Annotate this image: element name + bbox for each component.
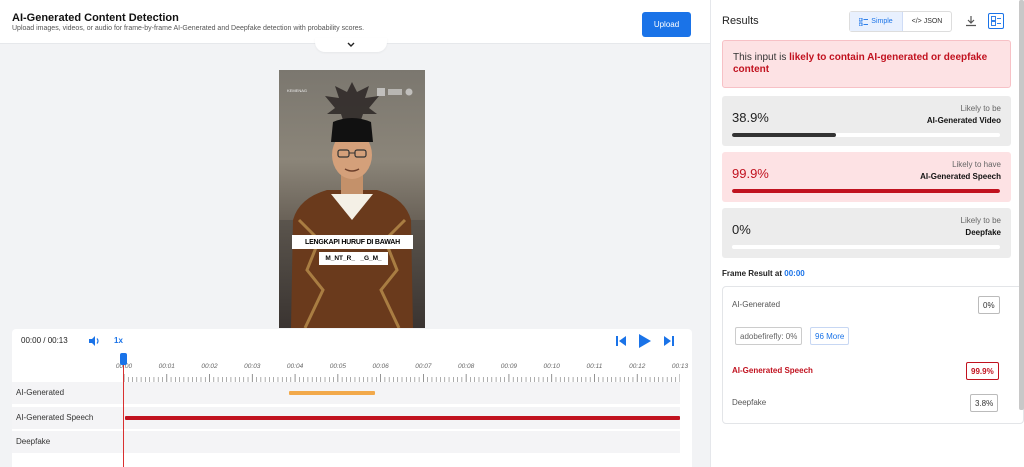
tick-label: 00:04	[286, 363, 304, 370]
score-card[interactable]: 0% Likely to be Deepfake	[722, 208, 1011, 258]
tick-label: 00:06	[372, 363, 389, 370]
collapse-toggle[interactable]	[315, 38, 387, 52]
track-label: AI-Generated Speech	[16, 413, 94, 422]
layout-toggle-button[interactable]	[988, 13, 1004, 29]
score-bar	[732, 189, 1000, 193]
view-toggle: Simple </> JSON	[849, 11, 952, 32]
tick-label: 00:13	[671, 363, 689, 370]
time-display: 00:00 / 00:13	[21, 336, 68, 345]
results-title: Results	[722, 15, 759, 27]
tick-label: 00:02	[201, 363, 218, 370]
tick-label: 00:05	[329, 363, 346, 370]
time-ruler[interactable]	[124, 374, 680, 382]
score-caption: Likely to be	[960, 104, 1001, 113]
score-card[interactable]: 99.9% Likely to have AI-Generated Speech	[722, 152, 1011, 202]
results-scrollbar[interactable]	[1019, 0, 1024, 410]
chevron-down-icon	[347, 42, 355, 47]
speaker-figure	[291, 118, 413, 328]
playback-speed[interactable]: 1x	[114, 336, 123, 345]
verdict-prefix: This input is	[733, 52, 790, 63]
video-preview[interactable]: KEMENAG LENGKAPI HURUF DI BAWAH M_NT_R_ …	[279, 70, 425, 328]
tick-label: 00:07	[415, 363, 432, 370]
frame-ai-generated-value: 0%	[978, 296, 1000, 314]
score-bar-fill	[732, 133, 837, 137]
score-category: AI-Generated Video	[926, 116, 1001, 125]
playhead-handle[interactable]	[120, 353, 127, 365]
frame-result-heading: Frame Result at 00:00	[722, 269, 805, 278]
video-caption-line1: LENGKAPI HURUF DI BAWAH	[292, 235, 413, 249]
upload-button[interactable]: Upload	[642, 12, 691, 37]
play-icon[interactable]	[638, 333, 652, 349]
panel-layout-icon	[991, 16, 1001, 26]
score-percent: 99.9%	[732, 166, 769, 181]
score-card[interactable]: 38.9% Likely to be AI-Generated Video	[722, 96, 1011, 146]
frame-ai-speech-value: 99.9%	[966, 362, 999, 380]
skip-next-icon[interactable]	[664, 335, 674, 347]
tick-label: 00:03	[244, 363, 261, 370]
frame-deepfake-value: 3.8%	[970, 394, 999, 412]
score-percent: 38.9%	[732, 110, 769, 125]
score-category: AI-Generated Speech	[920, 172, 1001, 181]
more-models-button[interactable]: 96 More	[810, 327, 850, 345]
page-title: AI-Generated Content Detection	[12, 12, 179, 24]
tick-label: 00:09	[500, 363, 518, 370]
track-row[interactable]: AI-Generated	[12, 382, 680, 404]
detection-segment[interactable]	[289, 391, 375, 395]
model-chip-adobefirefly[interactable]: adobefirefly: 0%	[735, 327, 803, 345]
detection-segment[interactable]	[125, 416, 680, 420]
score-bar-fill	[732, 189, 1000, 193]
frame-ai-generated-label: AI-Generated	[732, 300, 781, 309]
score-bar	[732, 133, 1000, 137]
frame-deepfake-label: Deepfake	[732, 398, 767, 407]
simple-view-tab[interactable]: Simple	[850, 12, 903, 31]
page-subtitle: Upload images, videos, or audio for fram…	[12, 25, 365, 32]
skip-previous-icon[interactable]	[616, 335, 626, 347]
track-row[interactable]: Deepfake	[12, 431, 680, 453]
frame-result-time: 00:00	[784, 269, 805, 278]
list-view-icon	[859, 17, 869, 26]
score-category: Deepfake	[965, 228, 1001, 237]
track-label: Deepfake	[16, 437, 51, 446]
score-caption: Likely to have	[952, 160, 1001, 169]
app-root: AI-Generated Content Detection Upload im…	[0, 0, 1024, 467]
timeline-player: 00:00 / 00:13 1x 00:00 00:01 00:02 00:03 00:…	[12, 329, 692, 467]
track-row[interactable]: AI-Generated Speech	[12, 407, 680, 429]
score-percent: 0%	[732, 222, 751, 237]
tick-label: 00:11	[586, 363, 603, 370]
tick-label: 00:10	[543, 363, 560, 370]
simple-view-label: Simple	[871, 18, 893, 25]
tick-label: 00:01	[158, 363, 175, 370]
json-view-tab[interactable]: </> JSON	[903, 12, 951, 31]
tick-label: 00:08	[458, 363, 475, 370]
verdict-alert: This input is likely to contain AI-gener…	[722, 40, 1011, 88]
download-icon[interactable]	[965, 15, 977, 27]
volume-icon[interactable]	[88, 335, 100, 347]
playhead-line	[123, 361, 124, 467]
media-panel: AI-Generated Content Detection Upload im…	[0, 0, 710, 467]
score-bar	[732, 245, 1000, 249]
results-panel: Results Simple </> JSON This input is li…	[710, 0, 1024, 467]
frame-result-label: Frame Result at	[722, 269, 785, 278]
score-caption: Likely to be	[960, 216, 1001, 225]
frame-ai-speech-label: AI-Generated Speech	[732, 366, 813, 375]
video-caption-line2: M_NT_R_ _G_M_	[319, 252, 388, 265]
track-label: AI-Generated	[16, 388, 65, 397]
tick-label: 00:12	[629, 363, 646, 370]
